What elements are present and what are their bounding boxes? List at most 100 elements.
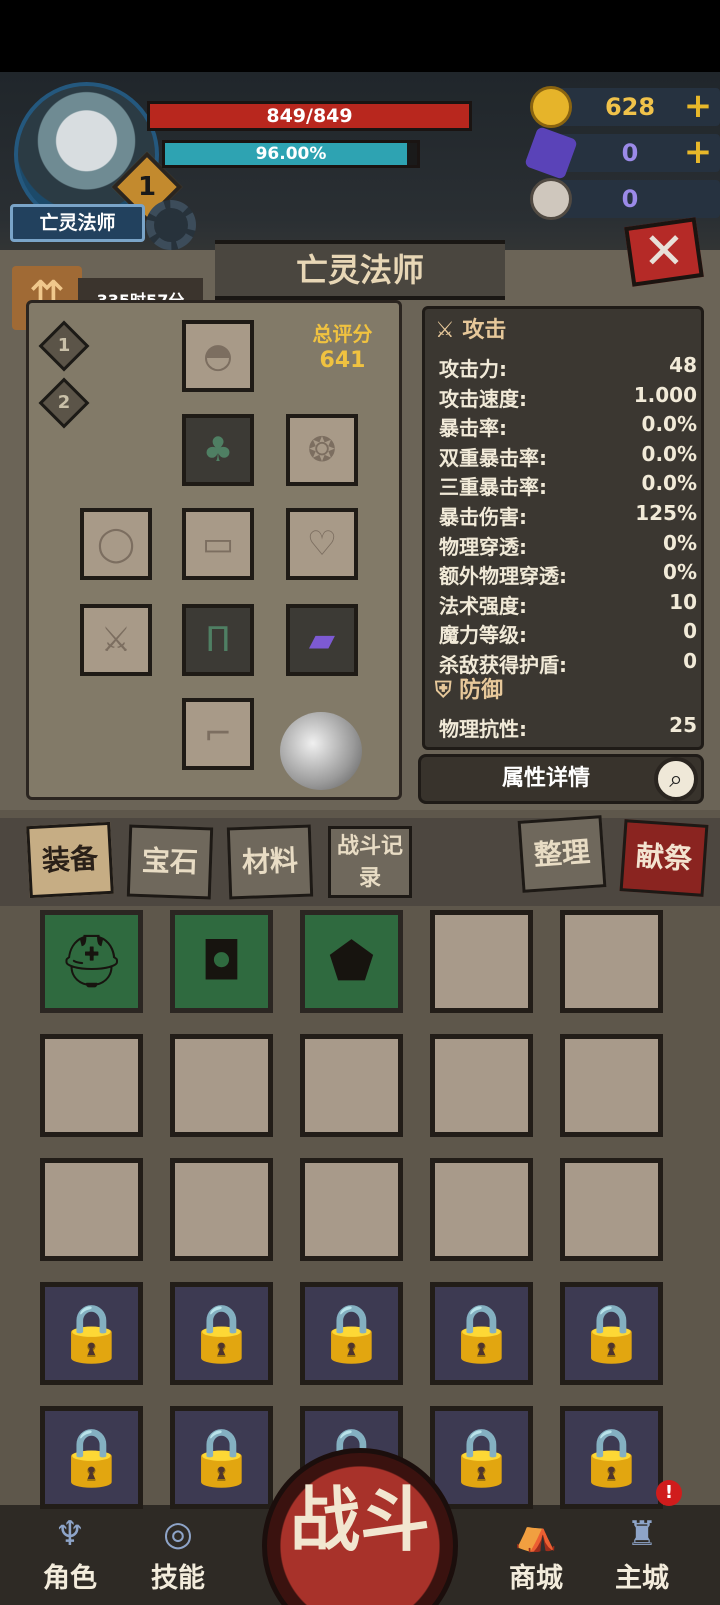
padlock-icon: 🔒 [186,1425,257,1490]
locked-slot[interactable]: 🔒 [170,1282,273,1385]
inventory-slot[interactable] [430,910,533,1013]
ram-skull-icon [530,178,572,220]
skull-value: 0 [621,185,639,213]
locked-slot[interactable]: 🔒 [430,1282,533,1385]
ring-slot[interactable]: ◯ [80,508,152,580]
inventory-slot[interactable] [170,1158,273,1261]
silver-orb-slot[interactable] [280,712,362,790]
inventory-slot[interactable] [300,1158,403,1261]
settings-gear-icon[interactable] [146,200,196,250]
spellbook-slot[interactable]: ▰ [286,604,358,676]
inventory-item-armor[interactable]: ◘ [170,910,273,1013]
add-crystal-plus-icon[interactable]: + [680,134,716,172]
xp-bar-text: 96.00% [255,144,327,164]
locked-slot[interactable]: 🔒 [300,1282,403,1385]
boot-icon: ⌐ [203,714,233,754]
locked-slot[interactable]: 🔒 [170,1406,273,1509]
crystal-value: 0 [621,139,639,167]
crossed-swords-icon: ⚔ [435,318,463,343]
armor-icon: ◘ [200,932,243,992]
stat-row: 攻击力: 48 [439,353,697,381]
pants-slot[interactable]: Π [182,604,254,676]
stat-row: 法术强度: 10 [439,589,697,618]
shield-icon: ⛨ [435,678,460,703]
emblem-icon: ❂ [307,430,337,470]
inventory-slot[interactable] [560,1034,663,1137]
padlock-icon: 🔒 [576,1301,647,1366]
tab-battle-log[interactable]: 战斗记录 [328,826,412,898]
weapon-slot[interactable]: ⚔ [80,604,152,676]
helmet-mask-icon: ♆ [54,1514,86,1554]
gold-coin-icon [530,86,572,128]
nav-skill[interactable]: ◎ 技能 [136,1512,220,1600]
inventory-slot[interactable] [560,910,663,1013]
padlock-icon: 🔒 [316,1301,387,1366]
stat-row: 魔力等级: 0 [439,619,697,648]
inventory-slot[interactable] [430,1158,533,1261]
stats-panel: ⚔ 攻击 攻击力: 48 攻击速度: 1.000 暴击率: 0.0% 双重暴击率: 0.0% 三… [422,306,704,750]
tab-materials[interactable]: 材料 [226,824,314,900]
necklace-icon: ♡ [306,524,338,564]
swirl-icon: ◎ [163,1514,193,1554]
hp-bar: 849/849 [147,101,472,131]
stat-row: 暴击伤害: 125% [439,501,697,529]
city-alert-badge: ! [656,1480,682,1506]
inventory-slot[interactable] [170,1034,273,1137]
helmet-icon: ◓ [203,336,233,376]
boots-slot[interactable]: ⌐ [182,698,254,770]
padlock-icon: 🔒 [186,1301,257,1366]
magnifier-icon[interactable]: ⌕ [654,757,698,801]
inventory-item-helmet[interactable]: ⛑ [40,910,143,1013]
castle-icon: ♜ [626,1514,658,1554]
nav-shop[interactable]: ⛺ 商城 [494,1512,578,1600]
tier-1-label: 1 [57,335,71,356]
xp-bar: 96.00% [162,140,420,168]
nav-role[interactable]: ♆ 角色 [28,1512,112,1600]
locked-slot[interactable]: 🔒 [560,1282,663,1385]
status-bar [0,0,720,72]
stat-row: 额外物理穿透: 0% [439,560,697,589]
close-icon[interactable]: ✕ [628,222,700,282]
cloak-icon: ♣ [202,430,234,470]
defense-header: ⛨ 防御 [435,678,504,703]
belt-slot[interactable]: ▭ [182,508,254,580]
tab-gems[interactable]: 宝石 [126,824,214,900]
tab-equipment[interactable]: 装备 [26,821,114,899]
armor-slot[interactable]: ♣ [182,414,254,486]
padlock-icon: 🔒 [56,1425,127,1490]
locked-slot[interactable]: 🔒 [40,1406,143,1509]
inventory-slot[interactable] [40,1034,143,1137]
inventory-item-chestplate[interactable]: ⬟ [300,910,403,1013]
tent-icon: ⛺ [514,1514,558,1554]
padlock-icon: 🔒 [576,1425,647,1490]
amulet-slot[interactable]: ❂ [286,414,358,486]
padlock-icon: 🔒 [56,1301,127,1366]
helmet-icon: ⛑ [58,932,125,992]
helmet-slot[interactable]: ◓ [182,320,254,392]
nav-city[interactable]: ♜ 主城 [600,1512,684,1600]
gold-value: 628 [604,93,656,121]
panel-title: 亡灵法师 [295,251,424,289]
score-label: 总评分 [312,322,373,346]
inventory-slot[interactable] [560,1158,663,1261]
tier-2-label: 2 [57,392,71,413]
fight-label: 战斗 [290,1479,430,1561]
stat-row: 物理穿透: 0% [439,530,697,559]
inventory-slot[interactable] [430,1034,533,1137]
attack-header: ⚔ 攻击 [435,318,507,343]
inventory-slot[interactable] [300,1034,403,1137]
score-value: 641 [319,348,366,373]
stat-row: 物理抗性: 25 [439,713,697,741]
necklace-slot[interactable]: ♡ [286,508,358,580]
sacrifice-button[interactable]: 献祭 [619,819,709,897]
locked-slot[interactable]: 🔒 [40,1282,143,1385]
locked-slot[interactable]: 🔒 [560,1406,663,1509]
ring-icon: ◯ [96,524,136,564]
add-gold-plus-icon[interactable]: + [680,88,716,126]
sort-button[interactable]: 整理 [517,815,607,893]
belt-icon: ▭ [201,524,235,564]
stat-row: 双重暴击率: 0.0% [439,441,697,470]
inventory-slot[interactable] [40,1158,143,1261]
sword-icon: ⚔ [100,620,132,660]
stat-row: 暴击率: 0.0% [439,412,697,441]
